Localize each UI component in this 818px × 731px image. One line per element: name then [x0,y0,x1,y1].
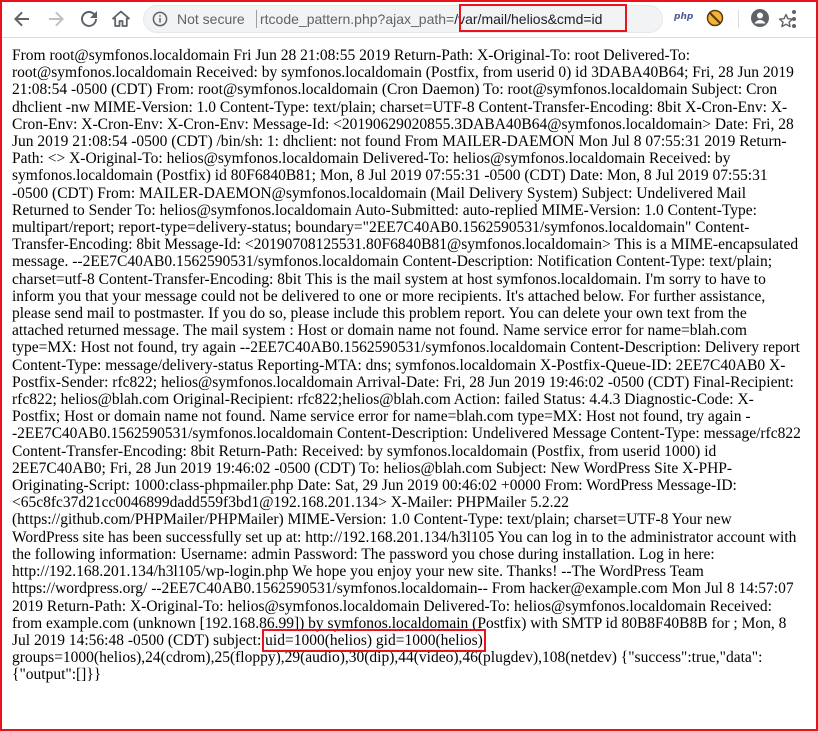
url-separator [256,10,257,28]
forward-arrow-icon [49,11,64,27]
reload-icon [81,10,97,27]
block-icon[interactable] [706,9,724,27]
info-circle-icon[interactable] [152,11,168,27]
browser-toolbar: Not secure rtcode_pattern.php?ajax_path=… [0,0,818,38]
home-icon [112,10,130,27]
reload-button[interactable] [77,7,101,31]
not-secure-label[interactable]: Not secure [177,11,245,27]
back-button[interactable] [10,7,34,31]
mail-body-text: From root@symfonos.localdomain Fri Jun 2… [12,47,801,649]
command-output-highlight: uid=1000(helios) gid=1000(helios) [262,628,486,652]
toolbar-divider [738,10,739,28]
kebab-menu-icon[interactable] [784,8,804,30]
mail-spool-output: From root@symfonos.localdomain Fri Jun 2… [12,47,802,684]
home-button[interactable] [109,7,133,31]
back-arrow-icon [14,11,29,27]
forward-button[interactable] [44,7,68,31]
url-prefix: rtcode_pattern.php?ajax_path= [260,11,455,27]
php-extension-icon[interactable]: php [674,12,693,22]
url-annotation-box [459,4,627,32]
mail-body-tail: groups=1000(helios),24(cdrom),25(floppy)… [12,649,763,684]
account-circle-icon[interactable] [750,8,770,28]
